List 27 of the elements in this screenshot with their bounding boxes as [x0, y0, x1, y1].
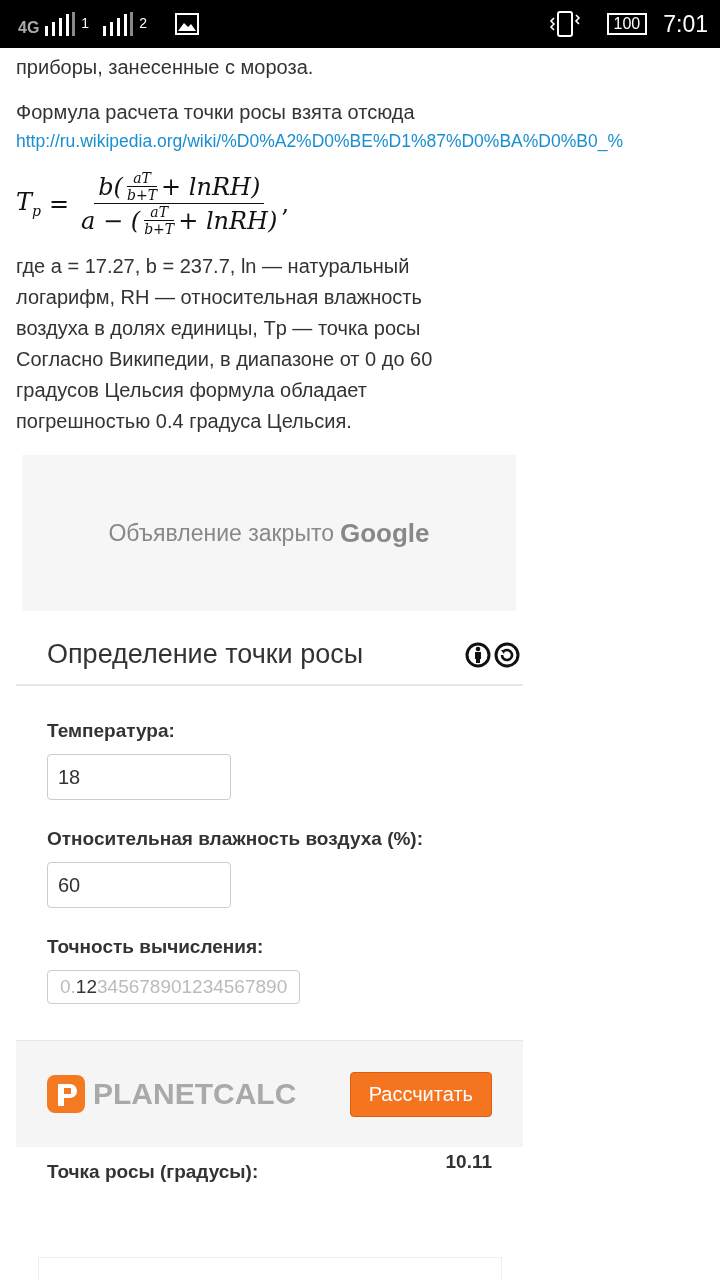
logo-icon — [47, 1075, 85, 1113]
sim-number: 1 — [81, 15, 90, 31]
network-type: 4G — [18, 19, 40, 37]
sim-number: 2 — [139, 15, 147, 31]
field-label: Точность вычисления: — [47, 936, 264, 958]
license-icon — [465, 641, 521, 668]
precision-selector[interactable]: 0.12345678901234567890 — [47, 970, 301, 1004]
calculator-title: Определение точки росы — [47, 639, 364, 670]
logo-text: PLANETCALC — [93, 1077, 297, 1111]
ad-closed-text: Объявление закрыто — [108, 519, 334, 547]
paragraph: где a = 17.27, b = 237.7, ln — натуральный логарифм, RH — относительная влажность воздуха в долях единицы, Tp — точка росы Согласно Википедии, в диапазоне от 0 до 60 градусов Цельсия формула обладает погрешностью 0.4 градуса Цельсия. — [16, 254, 434, 434]
signal-icon — [45, 12, 76, 36]
paragraph: Формула расчета точки росы взята отсюда — [16, 100, 416, 125]
vibrate-icon — [548, 10, 581, 38]
field-label: Температура: — [47, 720, 175, 742]
result-label: Точка росы (градусы): — [47, 1161, 259, 1183]
wiki-link[interactable]: http://ru.wikipedia.org/wiki/%D0%A2%D0%BE%D1%87%D0%BA%D0%B0_% — [16, 128, 704, 154]
input-field[interactable]: 18 — [47, 754, 231, 800]
clock: 7:01 — [663, 10, 708, 38]
input-field[interactable]: 60 — [47, 862, 231, 908]
paragraph: приборы, занесенные с мороза. — [16, 55, 315, 80]
result-value: 10.11 — [445, 1151, 492, 1174]
image-icon — [174, 13, 199, 35]
battery-level: 100 — [606, 13, 648, 35]
field-label: Относительная влажность воздуха (%): — [47, 828, 423, 850]
google-logo: Google — [340, 517, 430, 549]
signal-icon — [103, 12, 134, 36]
